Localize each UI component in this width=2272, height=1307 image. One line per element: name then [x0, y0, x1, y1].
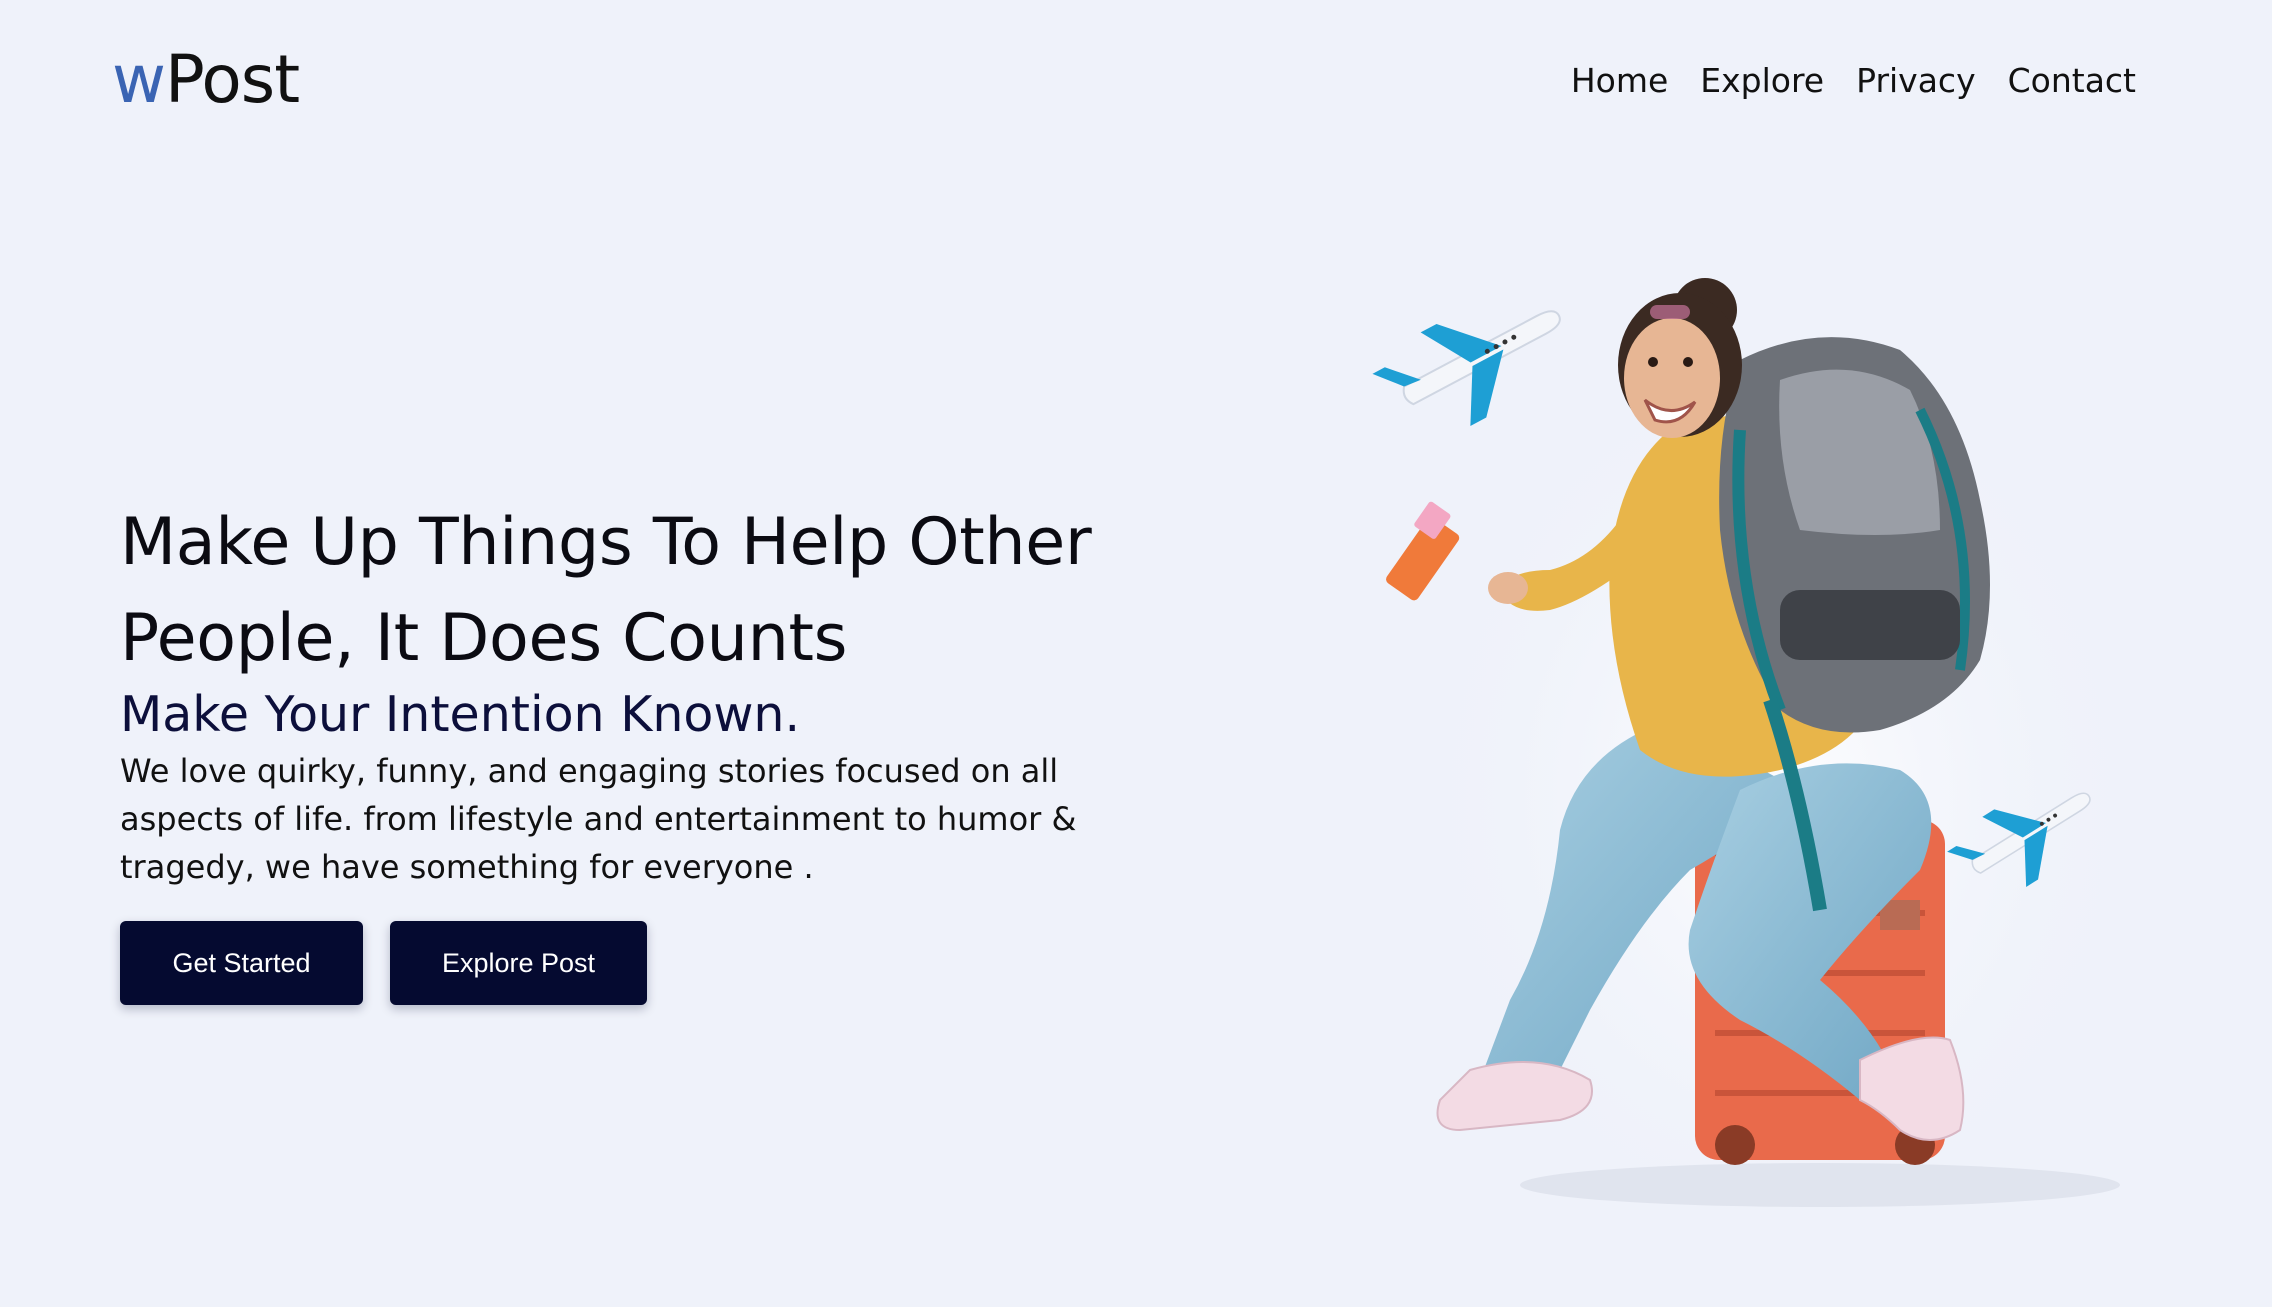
explore-post-button[interactable]: Explore Post: [390, 921, 647, 1005]
logo-suffix: Post: [164, 41, 300, 118]
logo-prefix: w: [112, 41, 166, 118]
traveler-svg: [1372, 278, 2160, 1220]
nav-home[interactable]: Home: [1571, 58, 1668, 104]
hero-title: Make Up Things To Help Other People, It …: [120, 495, 1160, 687]
hero-description-line2: aspects of life. from lifestyle and ente…: [120, 800, 1077, 838]
traveler-head: [1618, 278, 1742, 438]
hero-description-line1: We love quirky, funny, and engaging stor…: [120, 752, 1059, 790]
hero-buttons: Get Started Explore Post: [120, 921, 1160, 1005]
nav-contact[interactable]: Contact: [2008, 58, 2136, 104]
get-started-button[interactable]: Get Started: [120, 921, 363, 1005]
hero-title-line1: Make Up Things To Help Other: [120, 505, 1092, 580]
traveler-illustration: [1260, 230, 2160, 1230]
ground-shadow: [1520, 1163, 2120, 1207]
nav-explore[interactable]: Explore: [1700, 58, 1824, 104]
nav-privacy[interactable]: Privacy: [1856, 58, 1975, 104]
hero-section: Make Up Things To Help Other People, It …: [120, 495, 1160, 1005]
hand: [1488, 572, 1528, 604]
main-nav: Home Explore Privacy Contact: [1571, 58, 2136, 104]
hero-title-line2: People, It Does Counts: [120, 601, 848, 676]
hero-subtitle: Make Your Intention Known.: [120, 686, 801, 743]
site-logo[interactable]: wPost: [112, 40, 300, 120]
site-header: wPost Home Explore Privacy Contact: [0, 0, 2272, 160]
hero-description-line3: tragedy, we have something for everyone …: [120, 848, 814, 886]
hero-description: We love quirky, funny, and engaging stor…: [120, 747, 1120, 891]
